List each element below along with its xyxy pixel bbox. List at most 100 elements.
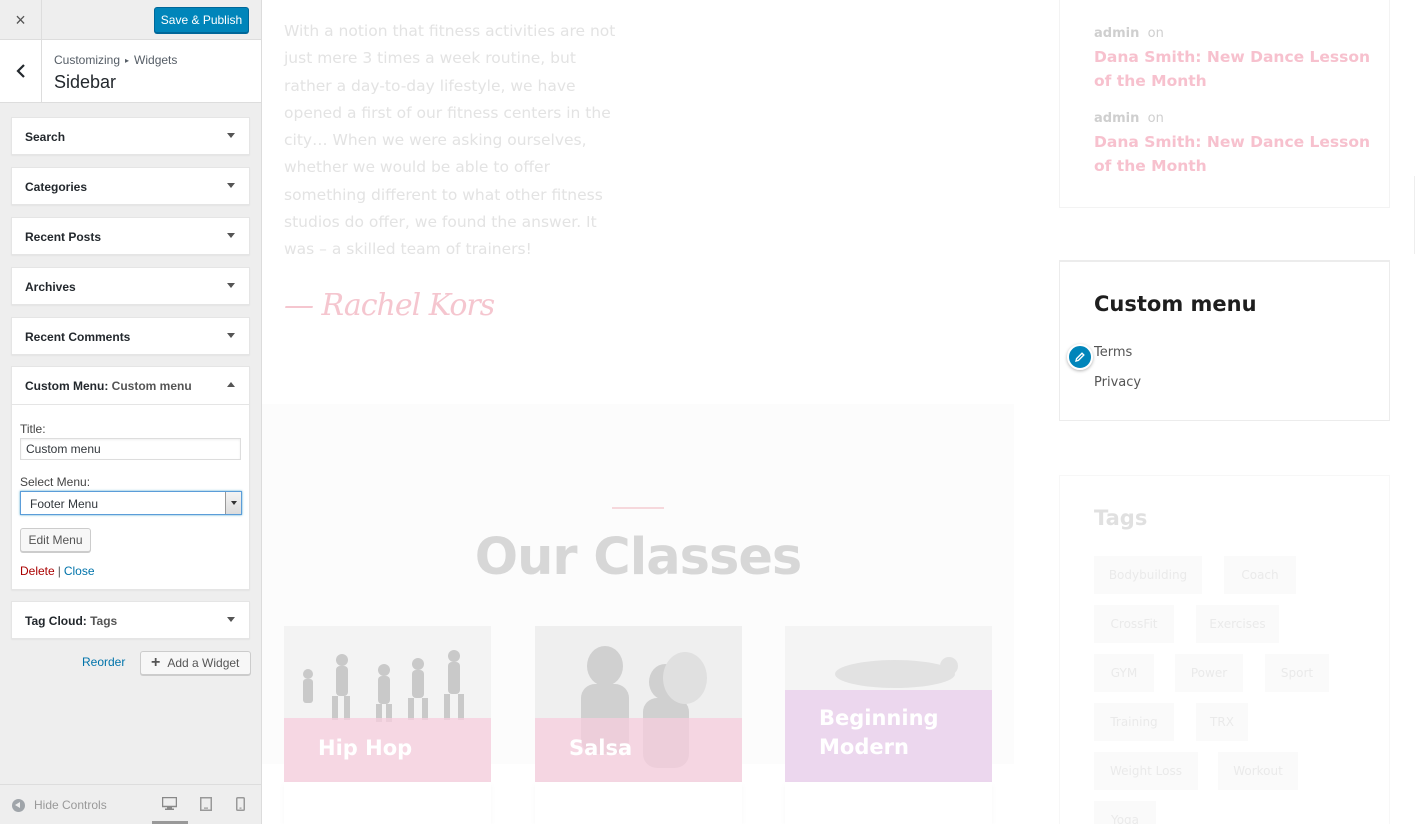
tag-item[interactable]: Coach <box>1224 556 1296 594</box>
tags-widget: Tags Bodybuilding Coach CrossFit Exercis… <box>1059 475 1390 824</box>
expand-arrow-icon[interactable] <box>227 233 235 238</box>
comment-on: on <box>1147 111 1164 126</box>
widget-tag-cloud[interactable]: Tag Cloud: Tags <box>11 601 250 639</box>
desktop-icon[interactable] <box>161 796 178 815</box>
menu-item-privacy[interactable]: Privacy <box>1094 375 1141 390</box>
select-menu-value: Footer Menu <box>30 497 99 511</box>
actions-separator: | <box>57 564 61 578</box>
signature: — Rachel Kors <box>284 288 495 323</box>
select-menu-dropdown[interactable]: Footer Menu <box>20 491 242 515</box>
tag-item[interactable]: Yoga <box>1094 801 1156 824</box>
about-quote: With a notion that fitness activities ar… <box>284 22 616 259</box>
panel-footer: Hide Controls <box>0 784 261 824</box>
widget-recent-comments[interactable]: Recent Comments <box>11 317 250 355</box>
expand-arrow-icon[interactable] <box>227 283 235 288</box>
class-card-footer <box>785 782 992 824</box>
expand-arrow-icon[interactable] <box>227 133 235 138</box>
widget-title: Categories <box>25 180 88 194</box>
widget-title: Recent Posts <box>25 230 102 244</box>
class-name: Beginning Modern <box>819 706 939 759</box>
widget-type: Tag Cloud: <box>25 614 87 628</box>
class-name: Salsa <box>569 736 633 760</box>
class-label-band <box>535 718 742 782</box>
tag-item[interactable]: Exercises <box>1196 605 1279 643</box>
widget-instance-name: Custom menu <box>111 379 192 393</box>
class-card-salsa[interactable]: Salsa <box>535 626 742 782</box>
collapse-arrow-icon <box>12 798 25 812</box>
widget-custom-menu-header[interactable]: Custom Menu: Custom menu <box>12 367 249 405</box>
comment-on: on <box>1147 26 1164 41</box>
expand-arrow-icon[interactable] <box>227 183 235 188</box>
comment-post-link[interactable]: Dana Smith: New Dance Lesson of the Mont… <box>1094 131 1374 178</box>
widget-categories[interactable]: Categories <box>11 167 250 205</box>
widget-title: Recent Comments <box>25 330 131 344</box>
comment-author: admin <box>1094 111 1140 126</box>
widget-actions: Delete | Close <box>20 564 95 578</box>
hide-controls-button[interactable]: Hide Controls <box>12 798 107 812</box>
widget-title: Tag Cloud: Tags <box>25 614 117 628</box>
site-preview: With a notion that fitness activities ar… <box>262 0 1419 824</box>
class-card-footer <box>535 782 742 824</box>
close-icon[interactable]: × <box>0 0 42 40</box>
save-publish-button[interactable]: Save & Publish <box>154 7 249 33</box>
edit-menu-button[interactable]: Edit Menu <box>20 528 91 552</box>
widget-recent-posts[interactable]: Recent Posts <box>11 217 250 255</box>
add-widget-button[interactable]: + Add a Widget <box>140 651 251 675</box>
title-field[interactable] <box>20 438 241 460</box>
breadcrumb-parent: Customizing <box>54 53 121 67</box>
tag-item[interactable]: Workout <box>1218 752 1298 790</box>
tag-item[interactable]: Weight Loss <box>1094 752 1198 790</box>
widget-custom-menu: Custom Menu: Custom menu Title: Select M… <box>11 366 250 590</box>
section-name: Sidebar <box>54 72 117 92</box>
tags-heading: Tags <box>1094 506 1148 530</box>
tag-item[interactable]: Sport <box>1265 654 1329 692</box>
customizer-panel: × Save & Publish Customizing ▸ Widgets Sid… <box>0 0 262 824</box>
class-card-beginning-modern[interactable]: Beginning Modern <box>785 626 992 782</box>
chevron-down-icon[interactable] <box>225 492 241 514</box>
widget-search[interactable]: Search <box>11 117 250 155</box>
comment-post-link[interactable]: Dana Smith: New Dance Lesson of the Mont… <box>1094 46 1374 93</box>
add-widget-label: Add a Widget <box>167 656 240 670</box>
expand-arrow-icon[interactable] <box>227 617 235 622</box>
tag-item[interactable]: CrossFit <box>1094 605 1174 643</box>
expand-arrow-icon[interactable] <box>227 333 235 338</box>
panel-header: × Save & Publish <box>0 0 261 40</box>
comment-meta: admin on <box>1094 26 1164 41</box>
scrollbar[interactable] <box>1414 176 1419 254</box>
reorder-link[interactable]: Reorder <box>82 655 125 669</box>
breadcrumb-child: Widgets <box>134 53 178 67</box>
delete-link[interactable]: Delete <box>20 564 55 578</box>
close-link[interactable]: Close <box>64 564 95 578</box>
tag-item[interactable]: TRX <box>1196 703 1248 741</box>
breadcrumb-separator-icon: ▸ <box>125 56 130 65</box>
title-field-label: Title: <box>20 422 46 436</box>
classes-title: Our Classes <box>474 528 803 587</box>
tablet-icon[interactable] <box>200 797 212 816</box>
widget-title: Custom Menu: Custom menu <box>25 379 192 393</box>
tag-item[interactable]: GYM <box>1094 654 1154 692</box>
class-name: Hip Hop <box>318 736 413 760</box>
widget-title: Archives <box>25 280 76 294</box>
custom-menu-widget: Custom menu Terms Privacy <box>1059 260 1390 421</box>
mobile-icon[interactable] <box>236 797 245 816</box>
widget-title: Search <box>25 130 66 144</box>
widget-archives[interactable]: Archives <box>11 267 250 305</box>
edit-pencil-icon[interactable] <box>1067 344 1093 370</box>
comment-author: admin <box>1094 26 1140 41</box>
select-menu-label: Select Menu: <box>20 475 91 489</box>
menu-item-terms[interactable]: Terms <box>1094 345 1132 360</box>
back-arrow-icon[interactable] <box>0 40 42 102</box>
class-card-hip-hop[interactable]: Hip Hop <box>284 626 491 782</box>
section-divider <box>612 507 664 509</box>
collapse-arrow-icon[interactable] <box>227 382 235 387</box>
comment-meta: admin on <box>1094 111 1164 126</box>
custom-menu-heading: Custom menu <box>1094 292 1257 316</box>
section-title: Customizing ▸ Widgets Sidebar <box>0 40 261 103</box>
widget-type: Custom Menu: <box>25 379 109 393</box>
hide-controls-label: Hide Controls <box>34 798 107 812</box>
tag-item[interactable]: Power <box>1175 654 1243 692</box>
tag-item[interactable]: Bodybuilding <box>1094 556 1202 594</box>
widget-instance-name: Tags <box>90 614 118 628</box>
tag-item[interactable]: Training <box>1094 703 1174 741</box>
recent-comments-widget: admin on Dana Smith: New Dance Lesson of… <box>1059 0 1390 208</box>
